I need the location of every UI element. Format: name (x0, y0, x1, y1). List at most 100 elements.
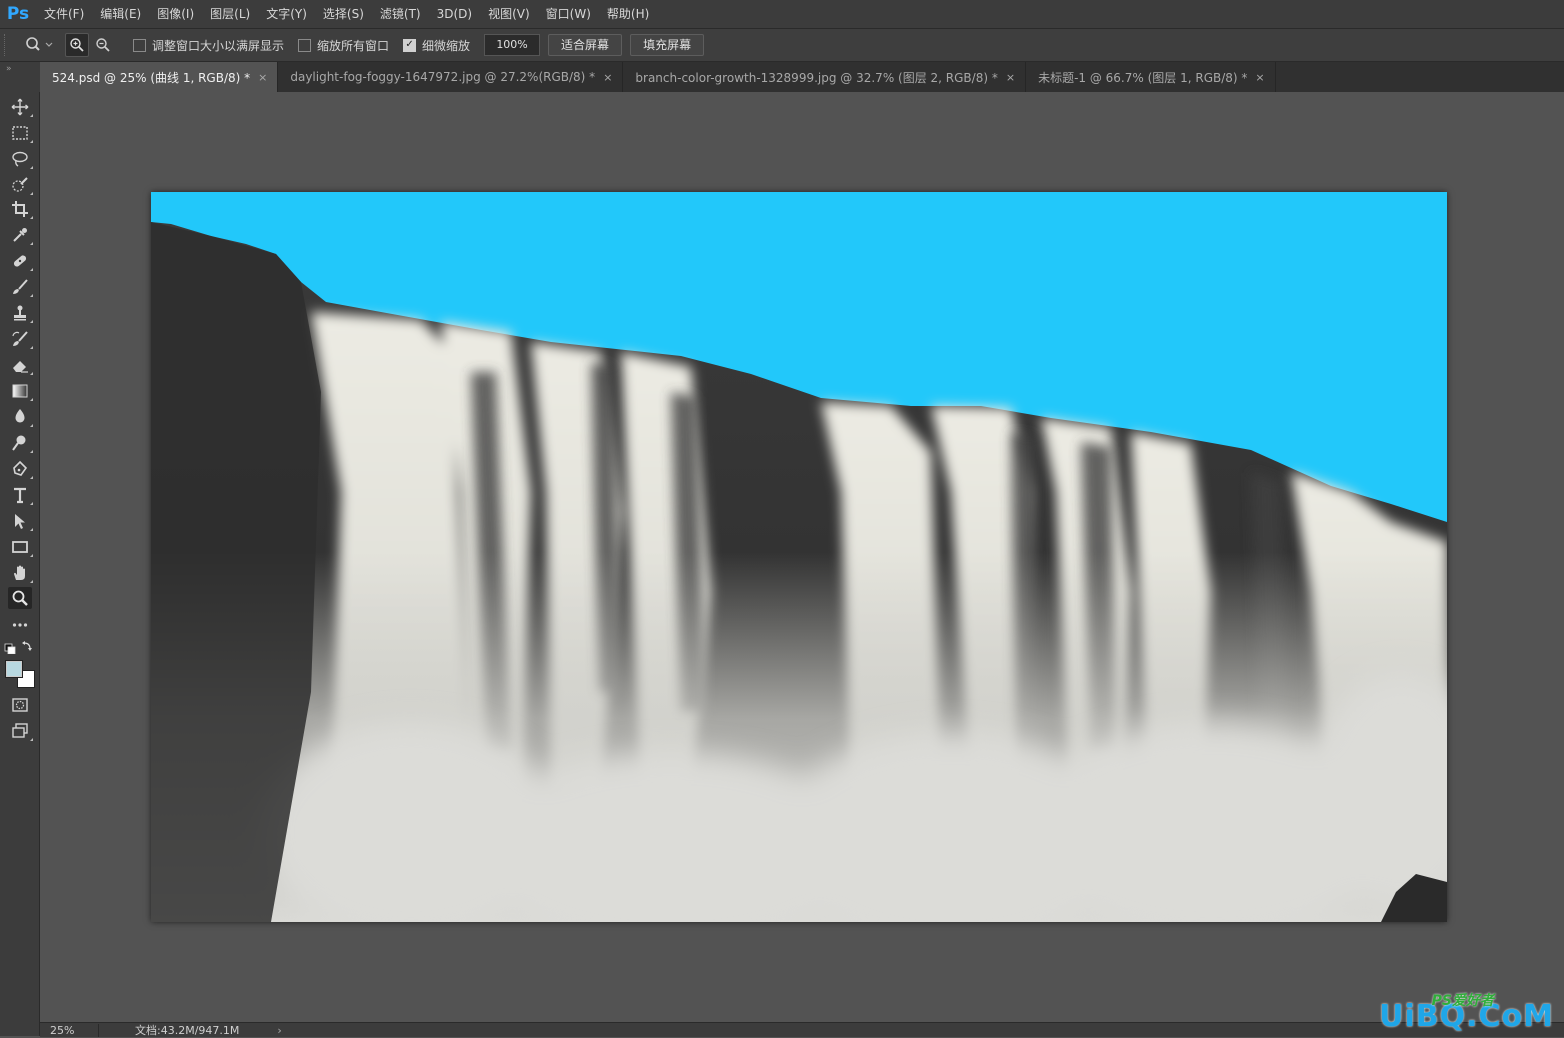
menu-bar: Ps 文件(F) 编辑(E) 图像(I) 图层(L) 文字(Y) 选择(S) 滤镜(T) 3D… (0, 0, 1564, 28)
zoom-level-field[interactable]: 25% (40, 1023, 99, 1037)
tool-quick-mask[interactable] (8, 694, 32, 716)
document-canvas[interactable] (151, 192, 1447, 922)
tool-marquee[interactable] (8, 122, 33, 144)
tools-panel (0, 92, 40, 1036)
tool-history-brush[interactable] (8, 328, 33, 350)
tool-dodge[interactable] (8, 432, 33, 454)
resize-windows-option[interactable]: 调整窗口大小以满屏显示 (133, 37, 284, 54)
tool-zoom[interactable] (8, 587, 32, 609)
tool-crop[interactable] (8, 198, 33, 220)
menu-item[interactable]: 帮助(H) (599, 0, 657, 28)
menu-item[interactable]: 滤镜(T) (372, 0, 429, 28)
default-colors-icon[interactable] (4, 643, 16, 655)
menu-item[interactable]: 图像(I) (149, 0, 202, 28)
document-workspace (40, 92, 1564, 1022)
zoom-in-icon (70, 38, 84, 52)
rectangle-icon (12, 541, 28, 553)
tool-lasso[interactable] (8, 148, 33, 170)
tool-type[interactable] (8, 484, 33, 506)
menu-item[interactable]: 文字(Y) (258, 0, 315, 28)
tool-clone-stamp[interactable] (8, 302, 33, 324)
pen-icon (13, 460, 28, 476)
history-brush-icon (12, 331, 28, 346)
tool-eraser[interactable] (8, 354, 33, 376)
zoom-all-windows-option[interactable]: 缩放所有窗口 (298, 37, 389, 54)
zoom-out-icon (96, 38, 110, 52)
tool-pen[interactable] (8, 458, 33, 480)
document-tab[interactable]: 524.psd @ 25% (曲线 1, RGB/8) * × (40, 62, 279, 92)
document-tab[interactable]: branch-color-growth-1328999.jpg @ 32.7% … (623, 62, 1027, 92)
blur-icon (15, 409, 25, 423)
fill-screen-button[interactable]: 填充屏幕 (630, 34, 705, 56)
tool-healing-brush[interactable] (8, 250, 33, 272)
clone-stamp-icon (14, 305, 26, 321)
document-tab-label: 524.psd @ 25% (曲线 1, RGB/8) * (52, 70, 251, 85)
tool-move[interactable] (8, 96, 33, 118)
brush-icon (13, 279, 28, 294)
status-menu-arrow[interactable]: › (277, 1024, 281, 1037)
crop-icon (12, 201, 28, 217)
eyedropper-icon (13, 228, 27, 242)
menu-item[interactable]: 编辑(E) (92, 0, 149, 28)
zoom-out-button[interactable] (91, 33, 115, 57)
fit-screen-button[interactable]: 适合屏幕 (548, 34, 623, 56)
color-swap-controls (4, 640, 38, 655)
tool-screen-mode[interactable] (8, 720, 33, 742)
document-tab-label: branch-color-growth-1328999.jpg @ 32.7% … (635, 70, 998, 85)
menu-item[interactable]: 图层(L) (202, 0, 258, 28)
zoom-percent-field[interactable]: 100% (484, 34, 541, 56)
lasso-icon (12, 151, 28, 167)
dodge-icon (12, 435, 26, 451)
tool-quick-select[interactable] (8, 174, 33, 196)
swap-colors-icon[interactable] (22, 641, 32, 651)
document-tab[interactable]: 未标题-1 @ 66.7% (图层 1, RGB/8) * × (1026, 62, 1276, 92)
scrubby-zoom-checkbox[interactable]: ✓ (403, 38, 417, 52)
marquee-icon (12, 126, 28, 140)
menu-item[interactable]: 视图(V) (480, 0, 538, 28)
waterfall-photo (151, 192, 1447, 922)
tool-brush[interactable] (8, 276, 33, 298)
eraser-icon (13, 361, 28, 373)
move-icon (11, 98, 29, 116)
tool-rectangle[interactable] (8, 536, 33, 558)
healing-brush-icon (13, 255, 27, 267)
quick-select-icon (12, 177, 28, 192)
close-icon[interactable]: × (1255, 71, 1264, 84)
screen-mode-icon (12, 723, 28, 738)
close-icon[interactable]: × (603, 71, 612, 84)
options-grip[interactable] (4, 34, 11, 56)
zoom-icon (26, 37, 53, 51)
zoom-all-windows-label: 缩放所有窗口 (317, 38, 390, 53)
close-icon[interactable]: × (258, 71, 267, 84)
document-tab-label: 未标题-1 @ 66.7% (图层 1, RGB/8) * (1038, 70, 1248, 85)
tool-blur[interactable] (8, 406, 33, 428)
document-tab-label: daylight-fog-foggy-1647972.jpg @ 27.2%(R… (290, 70, 596, 84)
tool-eyedropper[interactable] (8, 224, 33, 246)
path-select-icon (15, 514, 25, 529)
more-tools-icon (12, 623, 28, 627)
menu-item[interactable]: 文件(F) (36, 0, 92, 28)
menu-item[interactable]: 选择(S) (315, 0, 372, 28)
zoom-in-button[interactable] (65, 33, 89, 57)
resize-windows-label: 调整窗口大小以满屏显示 (152, 38, 285, 53)
scrubby-zoom-label: 细微缩放 (422, 38, 471, 53)
gradient-icon (12, 384, 28, 398)
tool-more[interactable] (8, 614, 32, 636)
panel-collapse-toggle[interactable]: » (0, 62, 40, 92)
tool-gradient[interactable] (8, 380, 33, 402)
resize-windows-checkbox[interactable] (133, 38, 146, 52)
menu-items: 文件(F) 编辑(E) 图像(I) 图层(L) 文字(Y) 选择(S) 滤镜(T) 3D(D)… (36, 0, 657, 28)
document-tab[interactable]: daylight-fog-foggy-1647972.jpg @ 27.2%(R… (278, 62, 624, 92)
tool-hand[interactable] (8, 562, 33, 584)
hand-icon (14, 565, 25, 580)
menu-item[interactable]: 3D(D) (429, 0, 480, 28)
color-swatches (5, 660, 35, 690)
close-icon[interactable]: × (1006, 71, 1015, 84)
scrubby-zoom-option[interactable]: ✓ 细微缩放 (403, 37, 470, 54)
zoom-all-windows-checkbox[interactable] (298, 38, 312, 52)
menu-item[interactable]: 窗口(W) (538, 0, 599, 28)
foreground-color-swatch[interactable] (5, 660, 23, 678)
tool-path-select[interactable] (8, 510, 33, 532)
tool-preset-picker[interactable] (21, 33, 57, 57)
status-bar: 25% 文档:43.2M/947.1M › (40, 1022, 1564, 1037)
